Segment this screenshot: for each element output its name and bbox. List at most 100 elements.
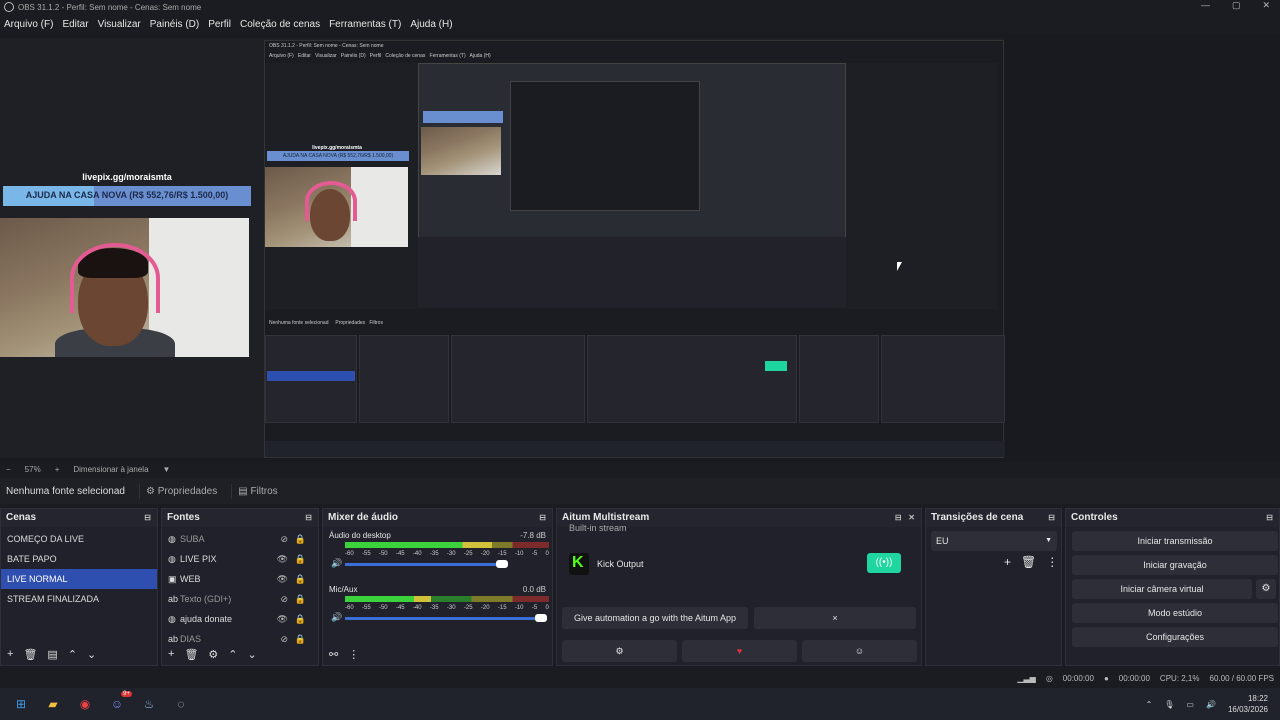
eye-icon[interactable]: 👁 — [277, 549, 288, 569]
source-settings-button[interactable]: ⚙ — [208, 648, 218, 661]
slider-knob[interactable] — [495, 560, 508, 568]
menu-help[interactable]: Ajuda (H) — [410, 19, 452, 30]
zoom-out-button[interactable]: − — [6, 465, 11, 474]
move-up-button[interactable]: ⌃ — [68, 648, 77, 661]
volume-icon[interactable]: 🔊 — [1206, 700, 1216, 709]
source-item[interactable]: ◍ ajuda donate 👁 🔒 — [162, 609, 318, 629]
virtual-camera-settings-icon[interactable]: ⚙ — [1256, 579, 1276, 599]
filters-button[interactable]: ▤ Filtros — [231, 483, 283, 499]
source-item[interactable]: ▣ WEB 👁 🔒 — [162, 569, 318, 589]
volume-slider[interactable] — [345, 560, 508, 568]
start-streaming-button[interactable]: Iniciar transmissão — [1072, 531, 1278, 551]
globe-icon: ◍ — [168, 554, 176, 564]
speaker-icon[interactable]: 🔊 — [331, 558, 342, 569]
studio-mode-button[interactable]: Modo estúdio — [1072, 603, 1278, 623]
undock-icon[interactable]: ⊟ — [144, 509, 151, 527]
mixer-menu-icon[interactable]: ⋮ — [348, 648, 359, 661]
scene-item[interactable]: COMEÇO DA LIVE — [1, 529, 157, 549]
globe-icon: ◍ — [168, 534, 176, 544]
move-down-button[interactable]: ⌄ — [248, 648, 257, 661]
eye-icon[interactable]: 👁 — [277, 569, 288, 589]
scene-filters-button[interactable]: ▤ — [47, 648, 57, 661]
menu-scene-collection[interactable]: Coleção de cenas — [240, 19, 320, 30]
menu-docks[interactable]: Painéis (D) — [150, 19, 199, 30]
clock[interactable]: 18:22 16/03/2026 — [1228, 693, 1268, 715]
add-transition-button[interactable]: + — [1004, 555, 1011, 569]
donate-button[interactable]: ♥ — [682, 640, 797, 662]
source-item[interactable]: ab Texto (GDI+) ⊘ 🔒 — [162, 589, 318, 609]
obs-icon[interactable]: ◌ — [172, 695, 190, 713]
undock-icon[interactable]: ⊟ — [539, 509, 546, 527]
lock-icon[interactable]: 🔒 — [295, 529, 306, 549]
built-in-stream-label: Built-in stream — [569, 523, 627, 533]
lock-icon[interactable]: 🔒 — [295, 569, 306, 589]
eye-hidden-icon[interactable]: ⊘ — [280, 589, 288, 609]
close-dock-icon[interactable]: ⊟ ✕ — [895, 509, 915, 527]
transition-menu-icon[interactable]: ⋮ — [1046, 555, 1058, 569]
volume-meter — [345, 542, 549, 548]
source-item[interactable]: ◍ LIVE PIX 👁 🔒 — [162, 549, 318, 569]
microphone-icon[interactable]: 🎙 — [1164, 700, 1174, 709]
fit-to-window[interactable]: Dimensionar à janela — [73, 465, 148, 474]
add-scene-button[interactable]: + — [7, 648, 13, 660]
menu-edit[interactable]: Editar — [62, 19, 88, 30]
remove-source-button[interactable]: 🗑 — [184, 648, 198, 661]
multistream-settings-button[interactable]: ⚙ — [562, 640, 677, 662]
gear-icon: ⚙ — [145, 485, 158, 497]
discord-icon[interactable]: ☺ 9+ — [108, 691, 132, 713]
speaker-icon[interactable]: 🔊 — [331, 612, 342, 623]
menu-file[interactable]: Arquivo (F) — [4, 19, 53, 30]
kick-stream-toggle[interactable]: ((•)) — [867, 553, 901, 573]
chevron-up-icon[interactable]: ⌃ — [1146, 700, 1153, 709]
scene-item-selected[interactable]: LIVE NORMAL — [1, 569, 157, 589]
discord-button[interactable]: ☺ — [802, 640, 917, 662]
undock-icon[interactable]: ⊟ — [1048, 509, 1055, 527]
lock-icon[interactable]: 🔒 — [295, 549, 306, 569]
minimize-icon[interactable]: — — [1201, 0, 1210, 11]
eye-hidden-icon[interactable]: ⊘ — [280, 529, 288, 549]
lock-icon[interactable]: 🔒 — [295, 589, 306, 609]
source-toolbar: Nenhuma fonte selecionad ⚙ Propriedades … — [0, 478, 1280, 504]
start-virtual-camera-button[interactable]: Iniciar câmera virtual — [1072, 579, 1252, 599]
move-down-button[interactable]: ⌄ — [87, 648, 96, 661]
scene-item[interactable]: STREAM FINALIZADA — [1, 589, 157, 609]
source-item[interactable]: ◍ SUBA ⊘ 🔒 — [162, 529, 318, 549]
add-source-button[interactable]: + — [168, 648, 174, 660]
lock-icon[interactable]: 🔒 — [295, 609, 306, 629]
steam-icon[interactable]: ♨ — [140, 695, 158, 713]
zoom-dropdown-icon[interactable]: ▼ — [163, 465, 171, 474]
file-explorer-icon[interactable]: ▰ — [44, 695, 62, 713]
zoom-value: 57% — [24, 464, 41, 474]
undock-icon[interactable]: ⊟ — [305, 509, 312, 527]
settings-button[interactable]: Configurações — [1072, 627, 1278, 647]
menu-view[interactable]: Visualizar — [98, 19, 141, 30]
maximize-icon[interactable]: ▢ — [1232, 0, 1241, 11]
slider-knob[interactable] — [535, 614, 547, 622]
source-label: WEB — [180, 574, 201, 584]
volume-meter — [345, 596, 549, 602]
scene-item[interactable]: BATE PAPO — [1, 549, 157, 569]
advanced-audio-icon[interactable]: ⚯ — [329, 648, 338, 661]
transition-select[interactable]: EU ▼ — [931, 531, 1057, 551]
tick-label: -45 — [395, 551, 405, 557]
menu-tools[interactable]: Ferramentas (T) — [329, 19, 401, 30]
windows-start-icon[interactable]: ⊞ — [12, 695, 30, 713]
dismiss-automation-button[interactable]: × — [754, 607, 916, 629]
start-recording-button[interactable]: Iniciar gravação — [1072, 555, 1278, 575]
mixer-title: Mixer de áudio — [328, 512, 399, 523]
zoom-in-button[interactable]: + — [55, 465, 60, 474]
chrome-icon[interactable]: ◉ — [76, 695, 94, 713]
aitum-automation-button[interactable]: Give automation a go with the Aitum App — [562, 607, 748, 629]
network-icon[interactable]: ▭ — [1186, 700, 1194, 709]
properties-button[interactable]: ⚙ Propriedades — [138, 483, 223, 499]
move-up-button[interactable]: ⌃ — [228, 648, 237, 661]
remove-transition-button[interactable]: 🗑 — [1021, 555, 1036, 569]
eye-icon[interactable]: 👁 — [277, 609, 288, 629]
close-icon[interactable]: ✕ — [1262, 0, 1270, 11]
volume-slider[interactable] — [345, 614, 547, 622]
remove-scene-button[interactable]: 🗑 — [23, 648, 37, 661]
channel-name: Mic/Aux — [329, 585, 358, 594]
menu-profile[interactable]: Perfil — [208, 19, 231, 30]
undock-icon[interactable]: ⊟ — [1266, 509, 1273, 527]
tick-label: -55 — [361, 605, 371, 611]
